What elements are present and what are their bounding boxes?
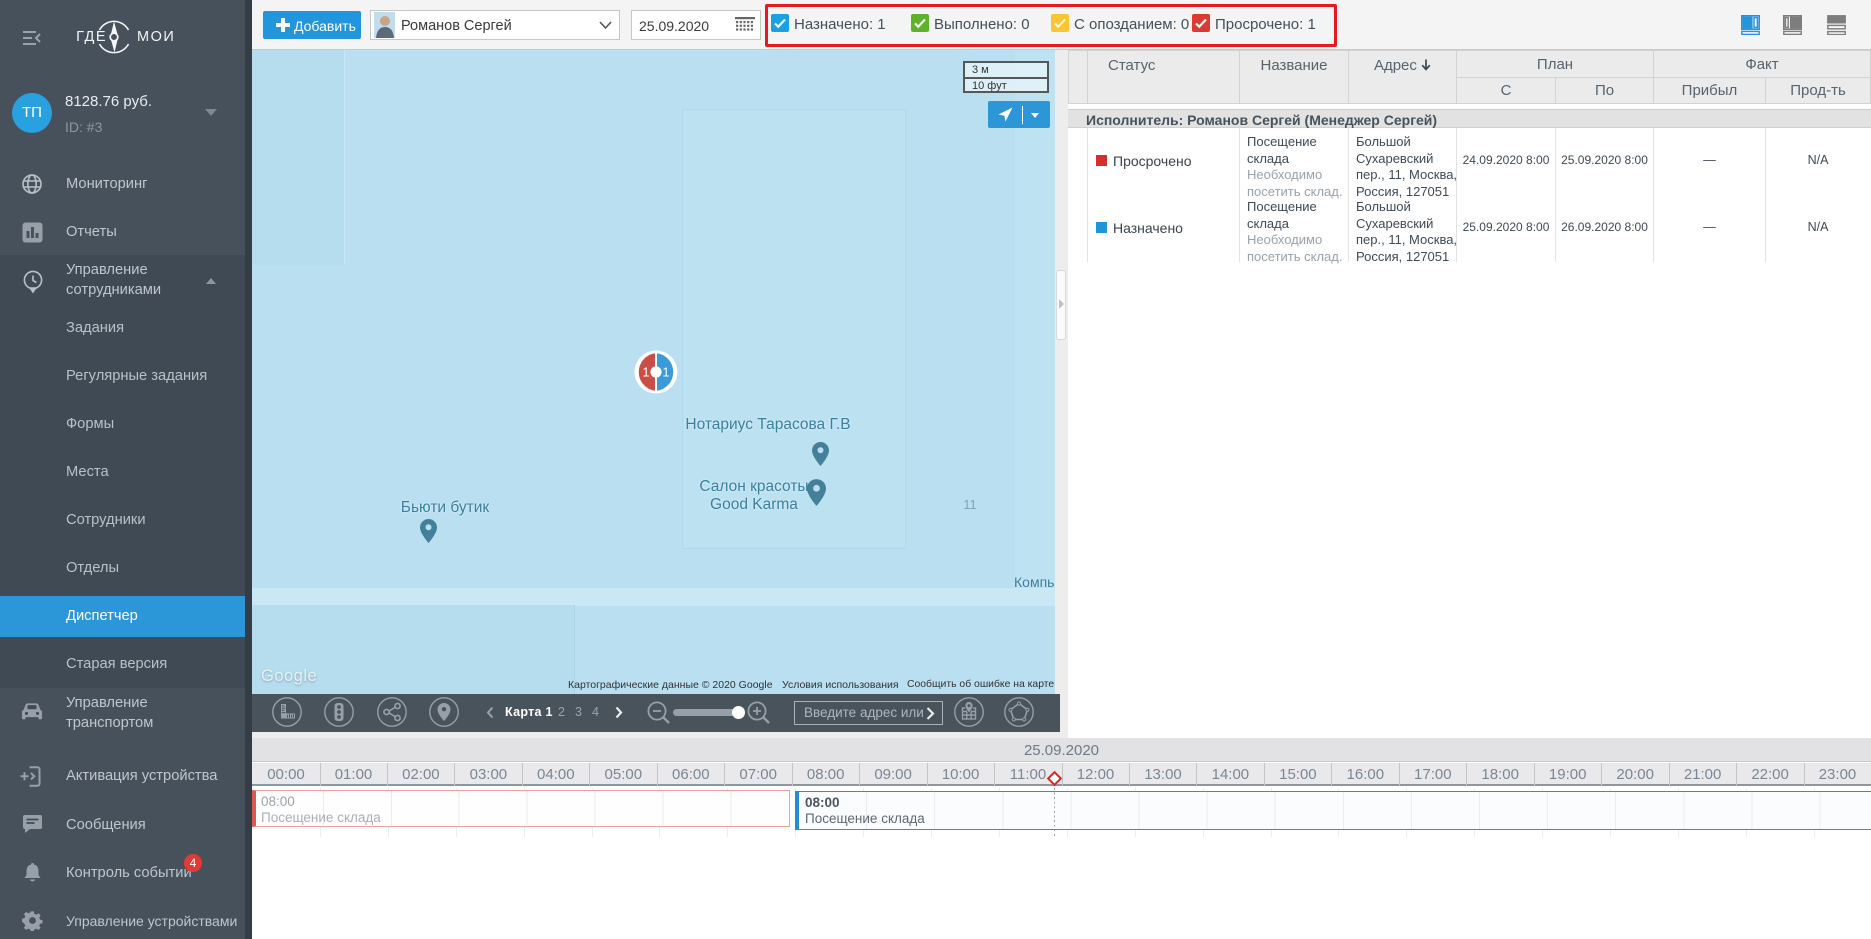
svg-text:1: 1	[643, 366, 650, 380]
svg-text:1: 1	[663, 366, 670, 380]
